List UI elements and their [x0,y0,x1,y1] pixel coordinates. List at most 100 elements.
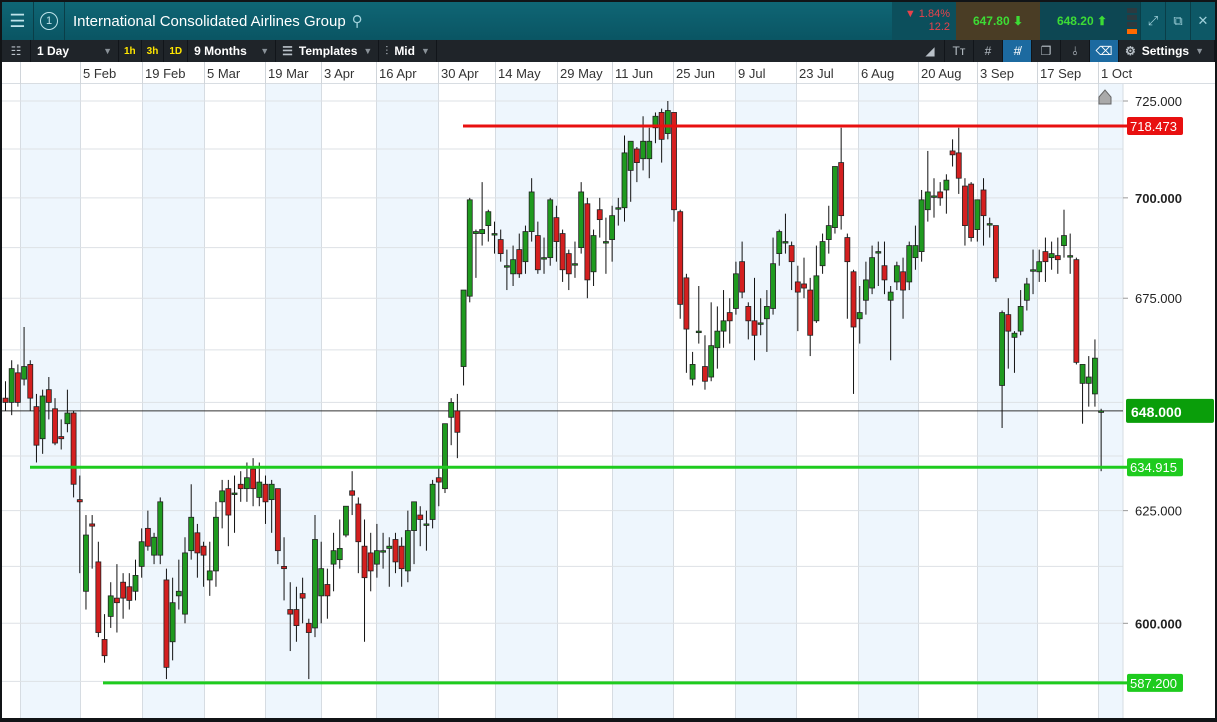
settings-dropdown[interactable]: ⚙ Settings ▼ [1119,40,1215,62]
date-label: 25 Jun [676,66,716,81]
grid-icon[interactable]: # [974,40,1003,62]
candle-body-up [460,289,467,367]
candle-body-down [52,408,58,444]
candle-body-up [918,199,925,253]
date-label: 5 Feb [83,66,117,81]
chevron-down-icon: ▼ [1195,46,1204,56]
candle-body-up [268,483,275,501]
candle [101,614,108,663]
candle [213,501,219,587]
hamburger-menu-icon[interactable]: ☰ [2,2,34,40]
candle [1048,241,1055,270]
candle [219,479,226,529]
candle-body-down [435,477,442,483]
candle [355,497,362,574]
candle-body-down [114,597,120,604]
chart-canvas[interactable]: 718.473 634.915 587.200 725.000 700.000 675.0… [2,84,1215,718]
price-type-dropdown[interactable]: ⫶ Mid ▼ [379,40,437,62]
list-icon[interactable]: ☷ [2,40,31,62]
date-tick [918,62,919,84]
chevron-down-icon: ▼ [103,46,112,56]
title-bar: ☰ 1 International Consolidated Airlines … [2,2,1215,40]
candle [70,410,77,498]
quick-interval-1h[interactable]: 1h [119,40,142,62]
candle-body-up [590,235,597,273]
candle-body-up [213,516,219,572]
templates-dropdown[interactable]: ☰ Templates ▼ [276,40,380,62]
quick-interval-3h[interactable]: 3h [142,40,165,62]
candle [349,471,356,516]
candle-body-up [664,110,671,134]
settings-label: Settings [1141,44,1190,58]
indicator-icon[interactable]: ⫰ [1061,40,1090,62]
candle-body-down [962,185,968,226]
candle [8,360,15,416]
date-tick [673,62,674,84]
candle-body-down [225,488,232,516]
buy-button[interactable]: 648.20 ⬆ [1040,2,1124,40]
candle [336,519,343,569]
candle-body-up [318,568,325,597]
candle [677,209,684,319]
candle-body-up [429,483,436,520]
candle-body-up [708,345,715,378]
candle-body-up [138,541,145,567]
text-tool-icon[interactable]: Tт [945,40,974,62]
link-group-button[interactable]: 1 [34,2,65,40]
candle-body-up [83,534,89,592]
candle-body-down [392,539,399,563]
candle-body-up [757,322,764,325]
candle-body-down [702,366,708,382]
candle-body-up [770,263,776,309]
candle [807,277,814,357]
candle-body-down [993,225,999,279]
candle-body-up [336,548,343,561]
candle-body-down [14,372,21,403]
candle-body-down [324,584,331,597]
candle-body-up [763,306,770,320]
candle [479,182,486,246]
candle-body-down [95,561,102,633]
candle-body-down [683,277,690,330]
candle-body-up [627,140,634,171]
date-label: 30 Apr [441,66,479,81]
candle-body-up [21,366,27,380]
candle-body-up [423,523,430,526]
candle [343,505,349,538]
date-label: 17 Sep [1040,66,1082,81]
range-dropdown[interactable]: 9 Months ▼ [188,40,277,62]
candle [330,532,337,592]
candle-body-down [349,490,356,496]
date-tick [557,62,558,84]
interval-dropdown[interactable]: 1 Day ▼ [31,40,119,62]
candle [547,197,554,266]
drawing-tool-icon[interactable]: ◢ [916,40,945,62]
price-label-icon[interactable]: ⌫ [1089,40,1119,62]
expand-icon[interactable]: ⤢ [1140,2,1165,40]
date-tick [20,62,21,84]
layers-icon[interactable]: ❐ [1032,40,1061,62]
candle-body-down [27,364,34,399]
instrument-title[interactable]: International Consolidated Airlines Grou… [65,2,892,40]
candle-body-down [76,499,83,503]
date-label: 23 Jul [799,66,834,81]
date-tick [858,62,859,84]
quick-interval-1d[interactable]: 1D [164,40,189,62]
candle [801,257,807,299]
candle-body-up [856,312,863,320]
current-price-label: 648.000 [1131,404,1182,420]
crosshair-grid-icon[interactable]: #̸ [1002,40,1032,62]
candle [442,423,448,494]
candle-body-down [287,609,294,615]
price-chart[interactable]: 718.473 634.915 587.200 725.000 700.000 675.0… [2,84,1215,718]
price-tick-label: 725.000 [1135,94,1182,109]
close-icon[interactable]: ✕ [1190,2,1215,40]
sell-button[interactable]: 647.80 ⬇ [956,2,1040,40]
candle-body-down [955,152,962,179]
popout-icon[interactable]: ⧉ [1165,2,1190,40]
candle-body-up [503,265,510,268]
candle-body-up [999,312,1005,386]
chart-toolbar: ☷ 1 Day ▼ 1h 3h 1D 9 Months ▼ ☰ Templates ▼ … [2,40,1215,62]
search-icon[interactable]: ⚲ [352,12,363,30]
date-label: 9 Jul [738,66,766,81]
